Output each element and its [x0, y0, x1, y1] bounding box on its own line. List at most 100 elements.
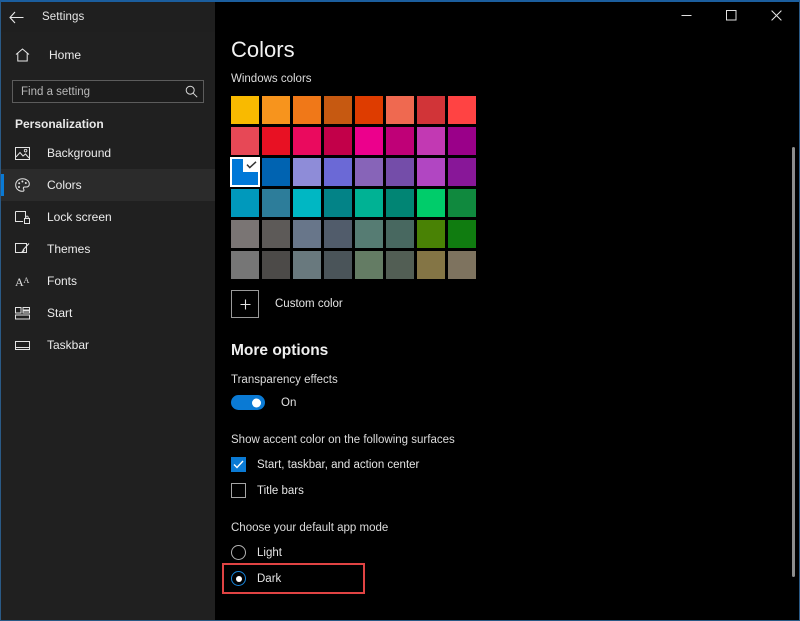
color-swatch[interactable] [231, 127, 259, 155]
accent-surfaces-label: Show accent color on the following surfa… [231, 434, 799, 446]
window-controls [215, 2, 799, 32]
color-swatch[interactable] [231, 189, 259, 217]
custom-color-row[interactable]: Custom color [231, 290, 799, 318]
color-swatch[interactable] [262, 96, 290, 124]
home-icon [15, 48, 37, 62]
sidebar-item-taskbar[interactable]: Taskbar [1, 329, 215, 361]
maximize-icon[interactable] [709, 2, 754, 28]
start-icon [15, 307, 35, 320]
sidebar-item-background[interactable]: Background [1, 137, 215, 169]
title-bar: Settings [1, 2, 799, 32]
color-swatch[interactable] [293, 158, 321, 186]
color-swatch[interactable] [355, 220, 383, 248]
sidebar-item-lock-screen[interactable]: Lock screen [1, 201, 215, 233]
sidebar-item-colors[interactable]: Colors [1, 169, 215, 201]
content-scrollbar[interactable] [792, 147, 795, 577]
color-swatch[interactable] [386, 127, 414, 155]
sidebar-item-start[interactable]: Start [1, 297, 215, 329]
search-icon[interactable] [179, 85, 203, 98]
search-box[interactable] [12, 80, 204, 103]
color-swatch[interactable] [262, 251, 290, 279]
more-options-heading: More options [231, 342, 799, 360]
transparency-toggle-state: On [281, 397, 296, 409]
minimize-icon[interactable] [664, 2, 709, 28]
transparency-toggle-row[interactable]: On [231, 395, 799, 410]
themes-icon [15, 242, 35, 256]
plus-icon[interactable] [231, 290, 259, 318]
transparency-toggle[interactable] [231, 395, 265, 410]
close-icon[interactable] [754, 2, 799, 28]
color-swatch[interactable] [386, 189, 414, 217]
color-swatch[interactable] [231, 96, 259, 124]
radio-label: Dark [257, 573, 281, 585]
check-icon [243, 158, 259, 172]
radio-dark[interactable] [231, 571, 246, 586]
sidebar-item-label: Lock screen [47, 210, 112, 224]
radio-row-dark[interactable]: Dark [231, 571, 799, 586]
color-swatch[interactable] [417, 189, 445, 217]
radio-row-light[interactable]: Light [231, 545, 799, 560]
title-bar-left: Settings [1, 2, 215, 32]
color-swatch[interactable] [417, 158, 445, 186]
sidebar-item-home[interactable]: Home [1, 38, 215, 72]
color-swatch[interactable] [355, 127, 383, 155]
toggle-knob [252, 398, 261, 407]
color-swatch[interactable] [355, 96, 383, 124]
checkbox-label: Start, taskbar, and action center [257, 459, 419, 471]
color-swatch[interactable] [293, 189, 321, 217]
radio-dot [236, 576, 242, 582]
color-swatch[interactable] [448, 251, 476, 279]
color-swatch[interactable] [355, 189, 383, 217]
dark-mode-highlight-wrapper: Dark [215, 571, 799, 586]
color-swatch[interactable] [417, 127, 445, 155]
color-swatch[interactable] [293, 127, 321, 155]
checkbox-start-taskbar[interactable] [231, 457, 246, 472]
color-swatch[interactable] [448, 189, 476, 217]
color-swatch[interactable] [231, 220, 259, 248]
lock-screen-icon [15, 211, 35, 224]
color-swatch[interactable] [324, 127, 352, 155]
color-swatch[interactable] [293, 220, 321, 248]
back-arrow-icon[interactable] [1, 2, 31, 32]
color-swatch[interactable] [386, 220, 414, 248]
search-input[interactable] [13, 81, 179, 102]
color-swatch[interactable] [448, 127, 476, 155]
sidebar-item-label: Themes [47, 242, 90, 256]
color-swatch[interactable] [293, 96, 321, 124]
color-swatch[interactable] [293, 251, 321, 279]
color-swatch[interactable] [417, 220, 445, 248]
color-swatch[interactable] [324, 158, 352, 186]
color-swatch[interactable] [448, 96, 476, 124]
sidebar-item-themes[interactable]: Themes [1, 233, 215, 265]
checkbox-label: Title bars [257, 485, 304, 497]
color-swatch[interactable] [262, 189, 290, 217]
color-swatch[interactable] [324, 220, 352, 248]
color-swatch[interactable] [417, 96, 445, 124]
color-swatch[interactable] [448, 220, 476, 248]
color-swatch[interactable] [324, 96, 352, 124]
color-swatch[interactable] [262, 127, 290, 155]
color-swatch[interactable] [386, 158, 414, 186]
checkbox-row-start-taskbar[interactable]: Start, taskbar, and action center [231, 457, 799, 472]
radio-light[interactable] [231, 545, 246, 560]
color-swatch[interactable] [262, 220, 290, 248]
page-title: Colors [215, 32, 799, 63]
color-swatch[interactable] [324, 189, 352, 217]
sidebar: Home Personalization [1, 32, 215, 621]
checkbox-title-bars[interactable] [231, 483, 246, 498]
color-swatch[interactable] [417, 251, 445, 279]
color-swatch[interactable] [355, 158, 383, 186]
color-swatch[interactable] [355, 251, 383, 279]
color-swatch[interactable] [231, 251, 259, 279]
color-swatch[interactable] [386, 96, 414, 124]
radio-label: Light [257, 547, 282, 559]
color-swatch[interactable] [262, 158, 290, 186]
color-swatch-selected[interactable] [231, 158, 259, 186]
color-swatch[interactable] [324, 251, 352, 279]
color-swatch[interactable] [448, 158, 476, 186]
checkbox-row-title-bars[interactable]: Title bars [231, 483, 799, 498]
color-swatch[interactable] [386, 251, 414, 279]
sidebar-item-label: Background [47, 146, 111, 160]
sidebar-item-fonts[interactable]: A A Fonts [1, 265, 215, 297]
settings-window: Settings Home [0, 0, 800, 621]
